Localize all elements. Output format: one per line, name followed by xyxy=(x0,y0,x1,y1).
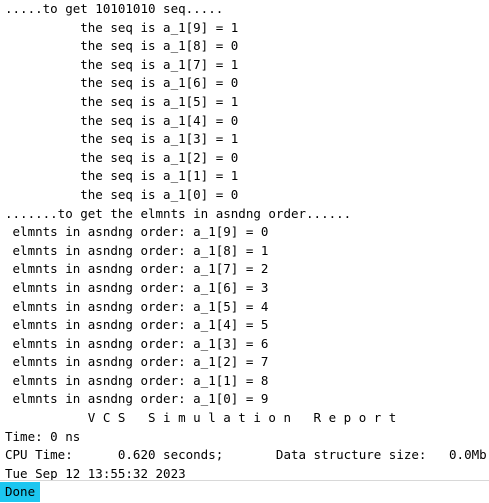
console-line: .....to get 10101010 seq..... xyxy=(5,1,224,16)
console-line: the seq is a_1[3] = 1 xyxy=(5,131,239,147)
console-line: elmnts in asndng order: a_1[8] = 1 xyxy=(5,242,269,258)
report-heading: V C S S i m u l a t i o n R e p o r t xyxy=(5,410,397,426)
console-line: the seq is a_1[1] = 1 xyxy=(5,168,239,184)
console-line: .......to get the elmnts in asndng order… xyxy=(5,205,352,221)
console-line: elmnts in asndng order: a_1[9] = 0 xyxy=(5,224,269,240)
console-line: the seq is a_1[2] = 0 xyxy=(5,149,239,165)
console-line: elmnts in asndng order: a_1[2] = 7 xyxy=(5,354,269,370)
console-line: the seq is a_1[0] = 0 xyxy=(5,186,239,202)
console-line: elmnts in asndng order: a_1[7] = 2 xyxy=(5,261,269,277)
console-line: elmnts in asndng order: a_1[3] = 6 xyxy=(5,335,269,351)
console-line: the seq is a_1[7] = 1 xyxy=(5,56,239,72)
console-line: the seq is a_1[8] = 0 xyxy=(5,38,239,54)
cpu-time: CPU Time: 0.620 seconds; Data structure … xyxy=(5,447,487,463)
console-line: the seq is a_1[9] = 1 xyxy=(5,19,239,35)
status-bar: Done xyxy=(0,480,489,503)
sim-time: Time: 0 ns xyxy=(5,428,81,444)
console-line: elmnts in asndng order: a_1[0] = 9 xyxy=(5,391,269,407)
console-line: elmnts in asndng order: a_1[1] = 8 xyxy=(5,372,269,388)
console-output: .....to get 10101010 seq..... the seq is… xyxy=(0,0,489,481)
status-badge: Done xyxy=(0,482,41,502)
console-line: the seq is a_1[6] = 0 xyxy=(5,75,239,91)
console-line: elmnts in asndng order: a_1[4] = 5 xyxy=(5,317,269,333)
console-line: the seq is a_1[4] = 0 xyxy=(5,112,239,128)
console-line: elmnts in asndng order: a_1[6] = 3 xyxy=(5,279,269,295)
console-line: the seq is a_1[5] = 1 xyxy=(5,93,239,109)
console-line: elmnts in asndng order: a_1[5] = 4 xyxy=(5,298,269,314)
